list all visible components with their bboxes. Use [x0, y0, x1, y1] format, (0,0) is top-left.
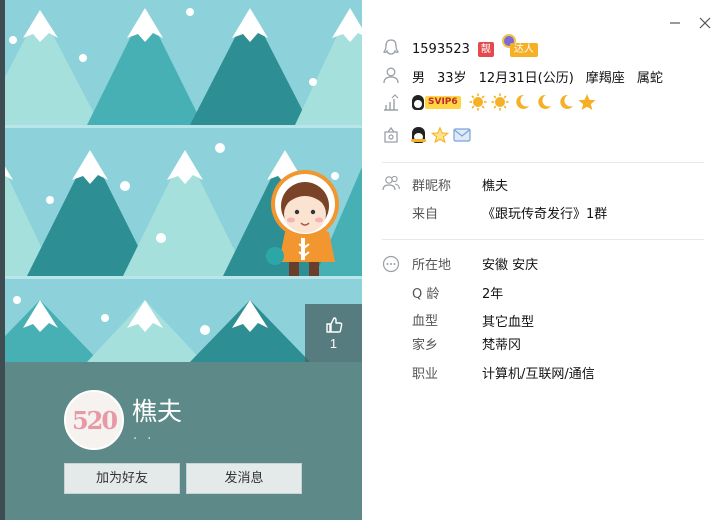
level-row: SVIP6	[412, 93, 597, 111]
eskimo-character-illustration	[266, 170, 339, 276]
hometown-label: 家乡	[412, 338, 439, 353]
send-message-button[interactable]: 发消息	[186, 463, 302, 494]
location-label: 所在地	[412, 258, 452, 273]
occupation-value: 计算机/互联网/通信	[482, 367, 595, 382]
qq-age-label: Q 龄	[412, 287, 440, 302]
pretty-number-badge[interactable]: 靓	[477, 41, 494, 57]
thumbs-up-icon	[325, 317, 342, 333]
minimize-icon[interactable]	[668, 16, 682, 30]
qq-penguin-icon	[383, 39, 399, 55]
avatar-text: 520	[71, 406, 118, 435]
moon-icon	[559, 94, 573, 109]
group-nickname-label: 群昵称	[412, 179, 452, 194]
favorite-star-icon[interactable]	[431, 126, 449, 144]
svip-label: SVIP6	[425, 95, 461, 109]
add-friend-button[interactable]: 加为好友	[64, 463, 180, 494]
section-divider	[382, 162, 704, 163]
profile-left-panel: 1 520 樵夫 . . 加为好友 发消息	[0, 0, 362, 520]
age: 33岁	[437, 71, 467, 86]
occupation-label: 职业	[412, 367, 439, 382]
mail-icon[interactable]	[453, 128, 471, 142]
chinese-zodiac: 属蛇	[636, 71, 663, 86]
qq-number-row: 1593523 靓 达人	[412, 34, 544, 58]
qq-age-value: 2年	[482, 287, 504, 302]
service-icon	[384, 126, 398, 143]
sun-icon	[491, 93, 509, 111]
svip-penguin-icon	[412, 94, 424, 110]
expert-badge-label: 达人	[509, 43, 538, 57]
from-label: 来自	[412, 207, 439, 222]
location-value: 安徽 安庆	[482, 258, 539, 273]
close-icon[interactable]	[698, 16, 712, 30]
like-button[interactable]: 1	[305, 304, 362, 362]
qq-number: 1593523	[412, 41, 470, 57]
more-info-icon	[382, 255, 400, 273]
level-chart-icon	[384, 94, 399, 111]
zodiac: 摩羯座	[585, 71, 625, 86]
profile-card-window: 1 520 樵夫 . . 加为好友 发消息 1593523 靓 达人 男 33岁…	[0, 0, 724, 520]
expert-badge[interactable]: 达人	[500, 34, 544, 58]
like-count: 1	[329, 336, 338, 351]
level-icons[interactable]	[469, 93, 577, 111]
svip-badge[interactable]: SVIP6	[412, 94, 461, 110]
sun-icon	[469, 93, 487, 111]
gender: 男	[412, 71, 426, 86]
nickname: 樵夫	[132, 398, 183, 426]
qq-penguin-service-icon[interactable]	[411, 127, 426, 143]
blood-type-label: 血型	[412, 314, 439, 329]
basic-info-row: 男 33岁 12月31日(公历) 摩羯座 属蛇	[412, 67, 663, 86]
moon-icon	[537, 94, 551, 109]
section-divider	[382, 239, 704, 240]
avatar[interactable]: 520	[64, 390, 124, 450]
birthday: 12月31日(公历)	[478, 71, 574, 86]
from-group-link[interactable]: 《跟玩传奇发行》1群	[482, 203, 607, 222]
moon-icon	[515, 94, 529, 109]
profile-info-panel: 1593523 靓 达人 男 33岁 12月31日(公历) 摩羯座 属蛇 SVI…	[362, 0, 724, 520]
hometown-value: 梵蒂冈	[482, 338, 522, 353]
person-icon	[383, 67, 399, 84]
services-row	[411, 126, 471, 144]
blood-type-value: 其它血型	[482, 315, 535, 330]
signature: . .	[133, 428, 155, 443]
group-members-icon	[382, 175, 400, 191]
group-nickname-value: 樵夫	[482, 179, 509, 194]
star-icon[interactable]	[577, 93, 597, 111]
